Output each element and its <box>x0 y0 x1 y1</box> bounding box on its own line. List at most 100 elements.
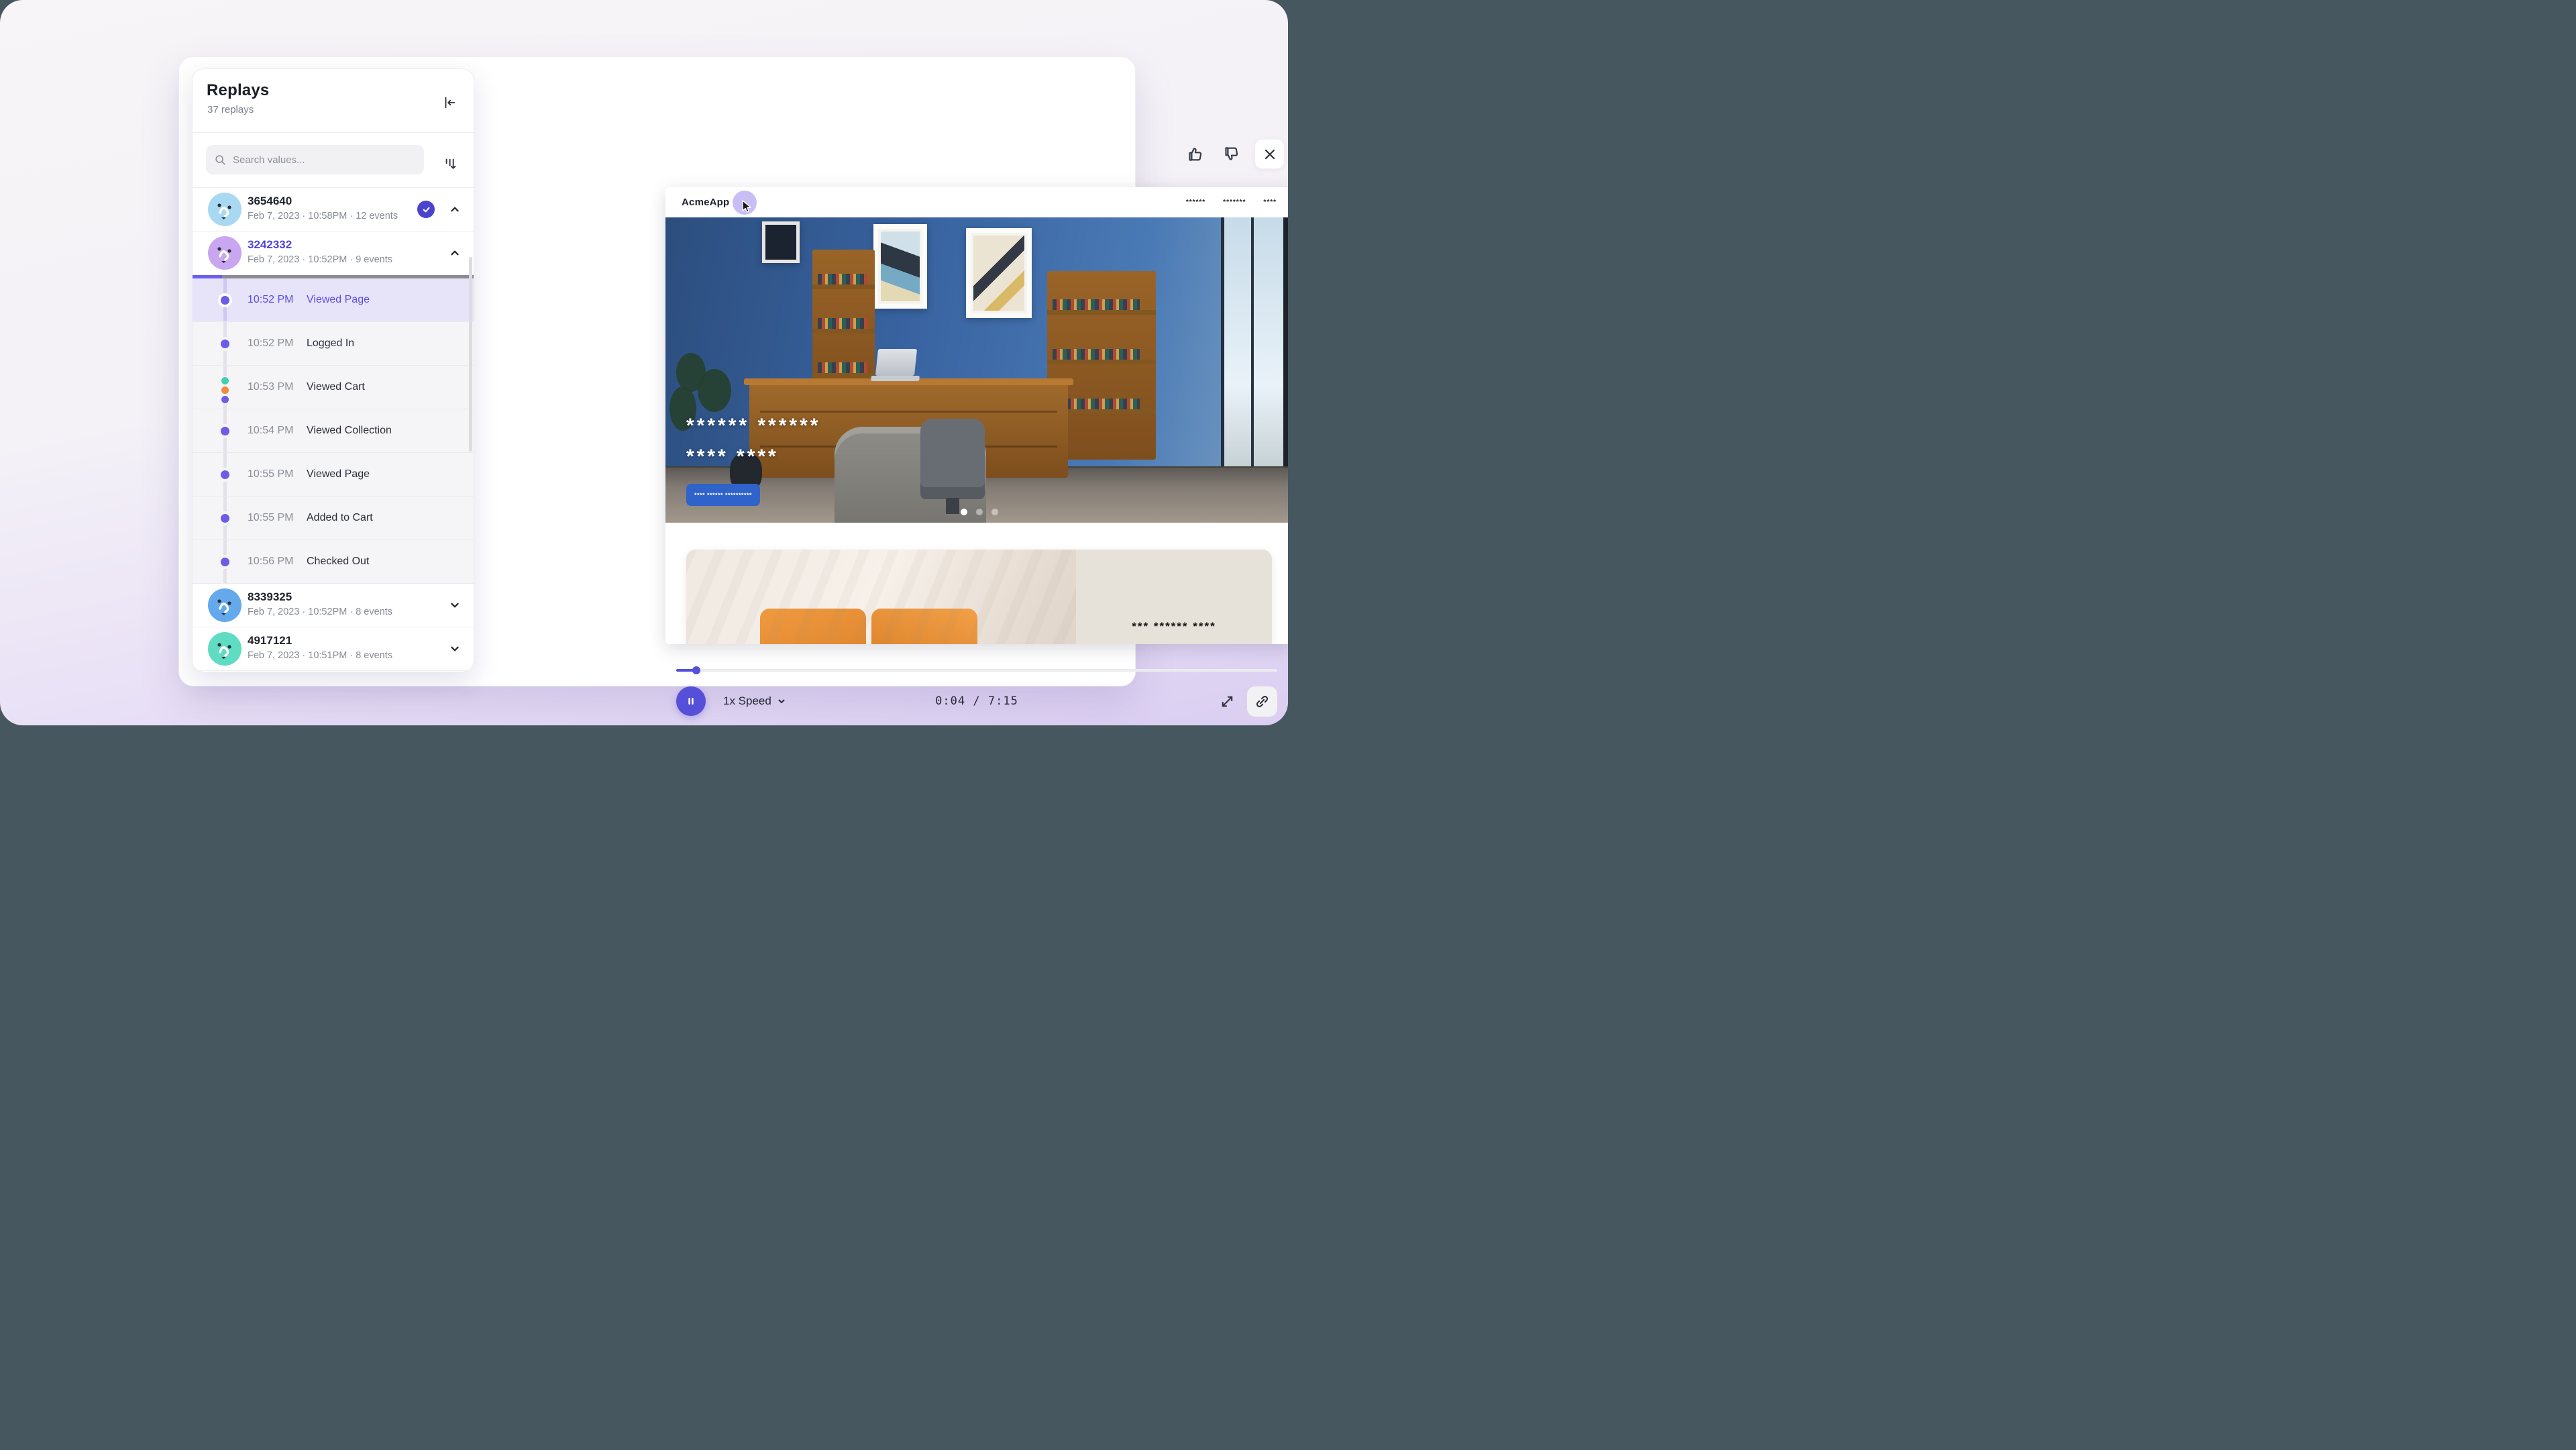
playback-time-separator: / <box>973 694 980 708</box>
session-avatar <box>208 588 241 622</box>
hero-carousel-dots <box>665 509 1288 515</box>
hero-cta-button: **** ****** ********** <box>686 484 760 506</box>
close-button[interactable] <box>1254 139 1285 169</box>
chevron-up-icon[interactable] <box>447 202 462 217</box>
expand-diagonal-icon <box>1220 694 1235 709</box>
app-background: AcmeApp ****** ******* **** <box>0 0 1288 725</box>
session-meta: Feb 7, 2023 · 10:52PM · 9 events <box>248 254 392 265</box>
event-label: Logged In <box>307 338 354 350</box>
chevron-down-icon[interactable] <box>447 641 462 656</box>
event-multi-dots <box>221 377 229 403</box>
search-icon <box>214 154 226 166</box>
search-input[interactable] <box>231 154 409 166</box>
replay-viewport[interactable]: AcmeApp ****** ******* **** <box>665 187 1288 644</box>
session-row[interactable]: 3242332 Feb 7, 2023 · 10:52PM · 9 events <box>193 231 474 275</box>
sidebar-scrollbar-thumb[interactable] <box>469 257 472 452</box>
event-row[interactable]: 10:53 PM Viewed Cart <box>193 366 474 409</box>
thumbs-down-button[interactable] <box>1218 141 1245 168</box>
carousel-dot[interactable] <box>991 509 998 515</box>
session-id: 3242332 <box>248 238 292 252</box>
session-meta: Feb 7, 2023 · 10:52PM · 8 events <box>248 607 392 617</box>
collapse-sidebar-button[interactable] <box>436 89 463 116</box>
hero-picture-frame <box>966 228 1032 318</box>
session-avatar <box>208 193 241 226</box>
event-time: 10:53 PM <box>248 381 293 393</box>
session-meta: Feb 7, 2023 · 10:51PM · 8 events <box>248 650 392 661</box>
replay-count: 37 replays <box>207 104 254 115</box>
player-secondary-controls <box>1214 686 1277 717</box>
event-dot <box>221 340 229 348</box>
hero-picture-frame <box>873 224 927 309</box>
link-icon <box>1254 694 1270 709</box>
event-label: Viewed Cart <box>307 381 365 393</box>
product-sofa-image <box>686 550 1076 644</box>
pause-icon <box>684 694 698 709</box>
recorded-hero-banner: ****** ****** **** **** **** ****** ****… <box>665 217 1288 523</box>
event-time: 10:55 PM <box>248 512 293 524</box>
playback-duration: 7:15 <box>988 694 1018 708</box>
sofa-illustration <box>760 609 1002 644</box>
event-row[interactable]: 10:52 PM Logged In <box>193 322 474 366</box>
event-row[interactable]: 10:55 PM Added to Cart <box>193 497 474 540</box>
pause-button[interactable] <box>676 686 706 716</box>
chevron-down-icon[interactable] <box>447 598 462 613</box>
session-avatar <box>208 632 241 666</box>
sort-descending-icon <box>443 156 458 171</box>
carousel-dot[interactable] <box>961 509 967 515</box>
sidebar-header: Replays 37 replays <box>193 69 474 133</box>
event-time: 10:55 PM <box>248 468 293 480</box>
recorded-site-nav: ****** ******* **** <box>1186 199 1277 206</box>
playback-speed-dropdown[interactable]: 1x Speed <box>723 694 786 708</box>
collapse-left-icon <box>442 95 457 110</box>
fullscreen-button[interactable] <box>1214 688 1240 715</box>
playback-controls: 1x Speed 0:04 / 7:15 <box>676 684 1277 719</box>
hero-headline-masked: ****** ****** **** **** <box>686 411 820 472</box>
event-row[interactable]: 10:56 PM Checked Out <box>193 540 474 584</box>
event-label: Viewed Collection <box>307 425 392 437</box>
hero-office-chair <box>920 419 985 499</box>
sort-button[interactable] <box>437 150 464 177</box>
chevron-down-icon <box>777 696 786 706</box>
event-list: 10:52 PM Viewed Page 10:52 PM Logged In … <box>193 278 474 584</box>
recorded-site-header: AcmeApp ****** ******* **** <box>665 187 1288 217</box>
session-id: 8339325 <box>248 590 292 604</box>
event-row[interactable]: 10:54 PM Viewed Collection <box>193 409 474 453</box>
watched-check-badge <box>417 201 435 218</box>
replays-sidebar: Replays 37 replays <box>192 68 474 672</box>
playback-progress-bar[interactable] <box>676 669 1277 672</box>
session-row[interactable]: 4917121 Feb 7, 2023 · 10:51PM · 8 events <box>193 627 474 671</box>
playback-speed-label: 1x Speed <box>723 694 771 708</box>
event-time: 10:52 PM <box>248 338 293 350</box>
event-time: 10:52 PM <box>248 294 293 306</box>
carousel-dot[interactable] <box>976 509 983 515</box>
recorded-site-content: *** ****** **** <box>665 523 1288 644</box>
session-row[interactable]: 8339325 Feb 7, 2023 · 10:52PM · 8 events <box>193 584 474 627</box>
session-row[interactable]: 3654640 Feb 7, 2023 · 10:58PM · 12 event… <box>193 188 474 231</box>
event-row[interactable]: 10:52 PM Viewed Page <box>193 278 474 322</box>
mouse-cursor-icon <box>741 200 754 213</box>
session-meta: Feb 7, 2023 · 10:58PM · 12 events <box>248 211 398 221</box>
nav-link-masked: ******* <box>1223 199 1246 206</box>
event-dot <box>221 558 229 566</box>
copy-link-button[interactable] <box>1247 686 1277 717</box>
hero-cta-label-masked: **** ****** ********** <box>694 492 752 499</box>
session-avatar <box>208 236 241 270</box>
playback-progress-handle[interactable] <box>692 666 700 674</box>
thumbs-up-button[interactable] <box>1182 141 1209 168</box>
event-label: Added to Cart <box>307 512 373 524</box>
search-box[interactable] <box>206 145 424 174</box>
event-label: Viewed Page <box>307 468 370 480</box>
recorded-site-brand: AcmeApp <box>682 197 729 208</box>
event-label: Checked Out <box>307 556 369 568</box>
playback-current-time: 0:04 <box>935 694 965 708</box>
event-row[interactable]: 10:55 PM Viewed Page <box>193 453 474 497</box>
event-dot <box>221 296 229 305</box>
nav-link-masked: ****** <box>1186 199 1205 206</box>
event-time: 10:56 PM <box>248 556 293 568</box>
event-time: 10:54 PM <box>248 425 293 437</box>
event-label: Viewed Page <box>307 294 370 306</box>
chevron-up-icon[interactable] <box>447 246 462 260</box>
session-id: 4917121 <box>248 634 292 648</box>
thumbs-down-icon <box>1223 145 1241 163</box>
product-card: *** ****** **** <box>686 550 1272 644</box>
